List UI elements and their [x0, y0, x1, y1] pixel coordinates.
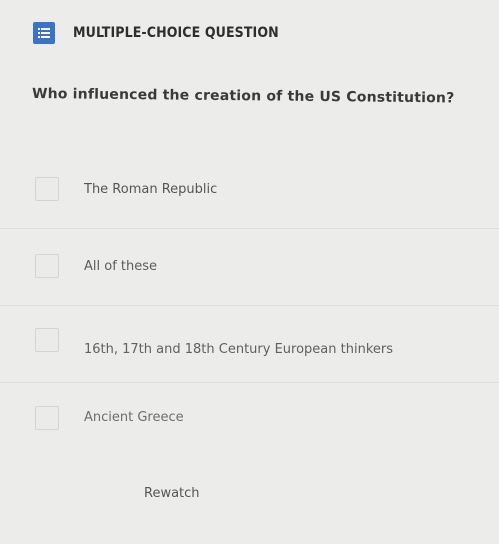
option-label: Ancient Greece [84, 410, 184, 425]
question-text: Who influenced the creation of the US Co… [31, 86, 455, 107]
option-label: 16th, 17th and 18th Century European thi… [84, 342, 393, 357]
answer-option[interactable]: The Roman Republic [0, 152, 499, 229]
option-label: All of these [84, 259, 158, 274]
answer-options: The Roman Republic All of these 16th, 17… [0, 152, 499, 459]
question-type-label: MULTIPLE-CHOICE QUESTION [73, 25, 279, 41]
option-checkbox[interactable] [35, 406, 59, 430]
answer-option[interactable]: 16th, 17th and 18th Century European thi… [0, 306, 499, 383]
option-checkbox[interactable] [35, 254, 59, 278]
question-header: MULTIPLE-CHOICE QUESTION [33, 21, 279, 45]
option-label: The Roman Republic [84, 182, 218, 197]
answer-option[interactable]: Ancient Greece [0, 383, 499, 459]
answer-option[interactable]: All of these [0, 229, 499, 306]
list-icon [33, 22, 55, 44]
option-checkbox[interactable] [35, 177, 59, 201]
rewatch-button[interactable]: Rewatch [144, 486, 200, 501]
option-checkbox[interactable] [35, 328, 59, 352]
